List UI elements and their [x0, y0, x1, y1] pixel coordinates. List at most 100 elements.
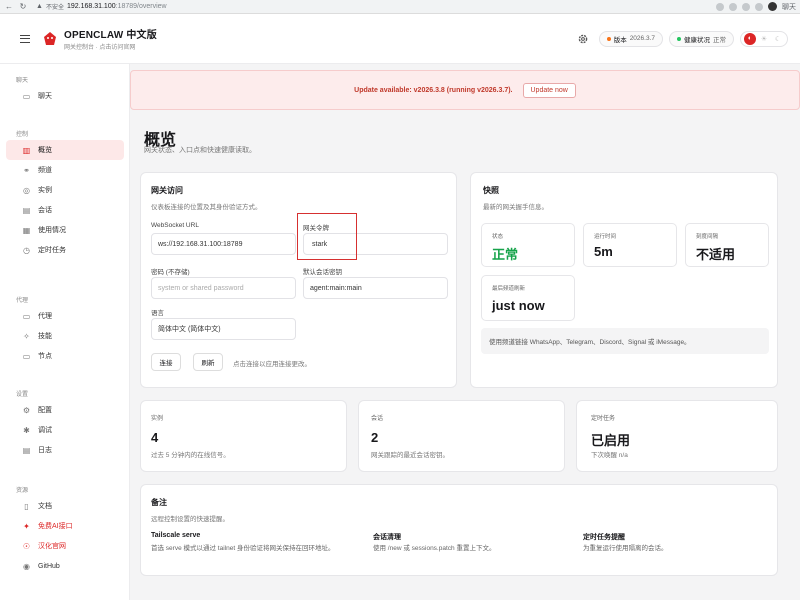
warning-icon: ▲ — [36, 3, 43, 10]
theme-light-icon[interactable]: ☀ — [758, 33, 770, 45]
sidebar-item[interactable]: ✦ 免费AI接口 — [6, 516, 124, 536]
theme-dark-icon[interactable]: ☾ — [772, 33, 784, 45]
settings-gear-icon[interactable] — [577, 33, 589, 45]
note-title: Tailscale serve — [151, 532, 201, 539]
sidebar-group-label: 设置 — [16, 391, 29, 398]
gateway-card-subtitle: 仪表板连接的位置及其身份验证方式。 — [151, 204, 262, 211]
notes-subtitle: 远程控制设置的快速提醒。 — [151, 516, 229, 523]
password-input[interactable]: system or shared password — [151, 277, 296, 299]
sidebar-item[interactable]: ◉ GitHub — [6, 556, 124, 576]
version-label: 版本 — [613, 36, 627, 44]
sidebar-item[interactable]: ☉ 汉化官网 — [6, 536, 124, 556]
page-subtitle: 网关状态、入口点和快速健康读取。 — [144, 147, 256, 154]
snapshot-card-title: 快照 — [483, 186, 499, 195]
book-icon: ▯ — [24, 501, 29, 511]
sidebar-item-label: 技能 — [38, 333, 52, 340]
stat-value: 正常 — [492, 247, 519, 262]
sidebar-item[interactable]: ◎ 实例 — [6, 180, 124, 200]
extension-icon[interactable] — [755, 2, 763, 11]
monitor-icon: ▭ — [22, 351, 31, 361]
sidebar-item[interactable]: ▯ 文档 — [6, 496, 124, 516]
chat-icon: ▭ — [22, 91, 31, 101]
sidebar-item[interactable]: ✱ 调试 — [6, 420, 124, 440]
extension-icon[interactable] — [742, 2, 750, 11]
sidebar-item-label: 免费AI接口 — [38, 523, 73, 530]
extension-icon[interactable] — [716, 2, 724, 11]
file-icon: ▤ — [22, 205, 31, 215]
reload-icon[interactable]: ↻ — [18, 2, 28, 11]
annotation-highlight-box — [297, 213, 357, 260]
stat-label: 最后频道刷新 — [492, 286, 526, 292]
language-label: 语言 — [151, 310, 164, 317]
browser-toolbar: ← ↻ ▲ 不安全 192.168.31.100:18789/overview … — [0, 0, 800, 14]
folder-icon: ▭ — [22, 311, 31, 321]
metric-label: 实例 — [151, 416, 164, 422]
extension-icon[interactable] — [729, 2, 737, 11]
sidebar-item-label: 使用情况 — [38, 227, 66, 234]
brand[interactable]: OPENCLAW 中文版 网关控制台 · 点击访问官网 — [64, 26, 157, 51]
sidebar-item[interactable]: ◷ 定时任务 — [6, 240, 124, 260]
main-content: Update available: v2026.3.8 (running v20… — [130, 64, 800, 600]
menu-icon[interactable] — [20, 34, 30, 43]
metric-card-cron: 定时任务 已启用 下次唤醒 n/a — [576, 400, 778, 472]
radio-icon: ◎ — [23, 185, 30, 195]
chart-icon: ▥ — [22, 145, 31, 155]
note-description: 首选 serve 模式以通过 tailnet 身份验证将网关保持在回环地址。 — [151, 545, 335, 552]
language-select[interactable]: 简体中文 (简体中文) — [151, 318, 296, 340]
stat-value: just now — [492, 298, 545, 313]
metric-card-sessions: 会话 2 网关跟踪的最近会话密钥。 — [358, 400, 565, 472]
sidebar-item-label: 文档 — [38, 503, 52, 510]
sidebar-item[interactable]: ▦ 使用情况 — [6, 220, 124, 240]
version-pill: 版本 2026.3.7 — [598, 30, 663, 47]
sidebar-item[interactable]: ▭ 节点 — [6, 346, 124, 366]
refresh-button[interactable]: 刷新 — [193, 353, 223, 371]
sidebar-item-label: 概览 — [38, 147, 52, 154]
stat-label: 运行时间 — [594, 234, 617, 240]
snapshot-card-subtitle: 最新的网关握手信息。 — [483, 204, 548, 211]
connect-button[interactable]: 连接 — [151, 353, 181, 371]
sidebar-item[interactable]: ▤ 会话 — [6, 200, 124, 220]
connect-hint: 点击连接以应用连接更改。 — [233, 361, 311, 368]
brand-subtitle: 网关控制台 · 点击访问官网 — [64, 45, 136, 51]
update-now-button[interactable]: Update now — [522, 82, 576, 98]
chat-shortcut[interactable]: 聊天 — [782, 2, 796, 12]
back-icon[interactable]: ← — [4, 2, 14, 11]
gateway-access-card: 网关访问 仪表板连接的位置及其身份验证方式。 WebSocket URL ws:… — [140, 172, 457, 388]
sidebar-item[interactable]: ▤ 日志 — [6, 440, 124, 460]
stat-label: 刻度间隔 — [696, 234, 719, 240]
sidebar: 聊天 ▭ 聊天 控制 ▥ 概览 ⚭ 频道 ◎ 实例 ▤ 会话 ▦ 使用情况 ◷ 定时任务 代理 ▭ 代理 ✧ 技能 ▭ 节点… — [0, 64, 130, 600]
metric-label: 定时任务 — [591, 416, 616, 422]
sidebar-group-label: 控制 — [16, 131, 29, 138]
sidebar-item[interactable]: ▥ 概览 — [6, 140, 124, 160]
app-header: OPENCLAW 中文版 网关控制台 · 点击访问官网 版本 2026.3.7 … — [0, 14, 800, 64]
session-key-input[interactable]: agent:main:main — [303, 277, 448, 299]
profile-avatar[interactable] — [768, 2, 777, 11]
github-icon: ◉ — [23, 561, 30, 571]
session-key-label: 默认会话密钥 — [303, 269, 342, 276]
metric-label: 会话 — [371, 416, 384, 422]
metric-card-instances: 实例 4 过去 5 分钟内的在线信号。 — [140, 400, 347, 472]
openclaw-logo-icon[interactable] — [42, 31, 58, 47]
health-pill: 健康状况 正常 — [669, 30, 734, 47]
note-description: 为重复运行使用隔离的会话。 — [583, 545, 668, 552]
metric-value: 2 — [371, 430, 379, 445]
sidebar-item[interactable]: ▭ 聊天 — [6, 86, 124, 106]
sidebar-item-label: 汉化官网 — [38, 543, 66, 550]
stat-value: 5m — [594, 244, 613, 259]
theme-system-icon[interactable]: ◐ — [744, 32, 756, 45]
websocket-url-input[interactable]: ws://192.168.31.100:18789 — [151, 233, 296, 255]
sidebar-item[interactable]: ✧ 技能 — [6, 326, 124, 346]
stat-tick-interval: 刻度间隔 不适用 — [685, 223, 769, 267]
sidebar-item[interactable]: ▭ 代理 — [6, 306, 124, 326]
sidebar-item[interactable]: ⚭ 频道 — [6, 160, 124, 180]
theme-toggle: ◐ ☀ ☾ — [740, 30, 788, 47]
health-label: 健康状况 — [684, 36, 710, 44]
gift-icon: ✦ — [23, 521, 30, 531]
brand-title: OPENCLAW 中文版 — [64, 30, 157, 41]
notes-title: 备注 — [151, 498, 167, 507]
url-path: :18789/overview — [115, 3, 167, 10]
address-bar[interactable]: ▲ 不安全 192.168.31.100:18789/overview — [36, 2, 167, 11]
metric-value: 已启用 — [591, 433, 631, 448]
sidebar-item[interactable]: ⚙ 配置 — [6, 400, 124, 420]
notes-card: 备注 远程控制设置的快速提醒。 Tailscale serve 首选 serve… — [140, 484, 778, 576]
